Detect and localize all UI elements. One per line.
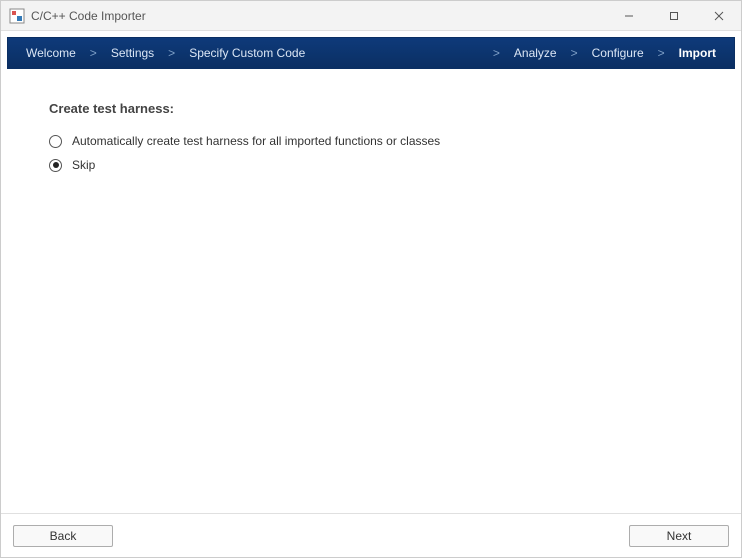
minimize-button[interactable] <box>606 1 651 31</box>
maximize-button[interactable] <box>651 1 696 31</box>
titlebar: C/C++ Code Importer <box>1 1 741 31</box>
step-analyze[interactable]: Analyze <box>502 46 569 60</box>
app-icon <box>9 8 25 24</box>
radio-skip[interactable] <box>49 159 62 172</box>
window-title: C/C++ Code Importer <box>31 9 146 23</box>
step-specify-custom-code[interactable]: Specify Custom Code <box>177 46 317 60</box>
footer: Back Next <box>1 513 741 557</box>
back-button[interactable]: Back <box>13 525 113 547</box>
radio-auto[interactable] <box>49 135 62 148</box>
option-skip-label: Skip <box>72 158 95 172</box>
step-welcome[interactable]: Welcome <box>14 46 88 60</box>
window-buttons <box>606 1 741 31</box>
page-heading: Create test harness: <box>49 101 693 116</box>
option-skip-row[interactable]: Skip <box>49 158 693 172</box>
chevron-right-icon: > <box>491 46 502 60</box>
step-settings[interactable]: Settings <box>99 46 166 60</box>
step-bar: Welcome > Settings > Specify Custom Code… <box>7 37 735 69</box>
chevron-right-icon: > <box>656 46 667 60</box>
main-content: Create test harness: Automatically creat… <box>1 69 741 513</box>
chevron-right-icon: > <box>569 46 580 60</box>
chevron-right-icon: > <box>88 46 99 60</box>
step-configure[interactable]: Configure <box>580 46 656 60</box>
option-auto-label: Automatically create test harness for al… <box>72 134 440 148</box>
option-auto-row[interactable]: Automatically create test harness for al… <box>49 134 693 148</box>
close-button[interactable] <box>696 1 741 31</box>
next-button[interactable]: Next <box>629 525 729 547</box>
step-import[interactable]: Import <box>667 46 728 60</box>
chevron-right-icon: > <box>166 46 177 60</box>
